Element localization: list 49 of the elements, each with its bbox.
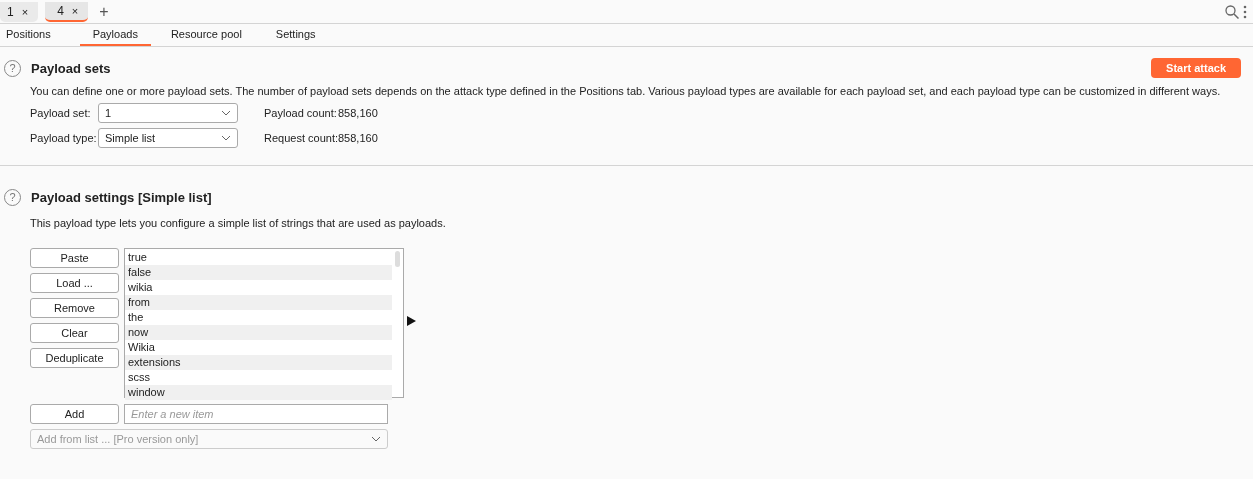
list-item[interactable]: wikia xyxy=(125,280,392,295)
request-tab[interactable]: 4 × xyxy=(45,1,89,22)
add-from-list-dropdown: Add from list ... [Pro version only] xyxy=(30,429,388,449)
field-label: Payload type: xyxy=(30,132,98,144)
payload-list[interactable]: true false wikia from the now Wikia extensions scss window xyxy=(124,248,404,398)
list-button[interactable]: Load ... xyxy=(30,273,119,293)
chevron-down-icon xyxy=(371,436,381,442)
chevron-down-icon xyxy=(221,135,231,141)
tab[interactable]: Settings xyxy=(275,24,332,46)
list-item[interactable]: extensions xyxy=(125,355,392,370)
dropdown[interactable]: 1 xyxy=(98,103,238,123)
description: You can define one or more payload sets. The number of payload sets depends on the attack type defined in the Positions tab. Various payload types are available for each payload set, and each payload type can be customized in different ways. xyxy=(30,85,1222,97)
stat-label: Payload count: xyxy=(264,107,338,119)
close-icon[interactable]: × xyxy=(21,5,29,18)
scrollbar-thumb[interactable] xyxy=(395,251,400,267)
list-item[interactable]: the xyxy=(125,310,392,325)
chevron-down-icon xyxy=(221,110,231,116)
field-label: Payload set: xyxy=(30,107,92,119)
list-item[interactable]: scss xyxy=(125,370,392,385)
tab[interactable]: Resource pool xyxy=(170,24,258,46)
triangle-right-icon[interactable] xyxy=(407,316,416,326)
list-item[interactable]: window xyxy=(125,385,392,400)
list-button[interactable]: Deduplicate xyxy=(30,348,119,368)
add-button[interactable]: Add xyxy=(30,404,119,424)
new-tab-button[interactable]: + xyxy=(99,2,109,21)
dropdown[interactable]: Simple list xyxy=(98,128,238,148)
list-button[interactable]: Remove xyxy=(30,298,119,318)
more-options-icon[interactable] xyxy=(1243,4,1247,19)
tab[interactable]: Positions xyxy=(6,24,67,46)
list-button[interactable]: Paste xyxy=(30,248,119,268)
close-icon[interactable]: × xyxy=(71,4,79,17)
description: This payload type lets you configure a simple list of strings that are used as payloads. xyxy=(30,217,447,229)
stat-value: 858,160 xyxy=(338,132,378,144)
list-item[interactable]: now xyxy=(125,325,392,340)
search-icon[interactable] xyxy=(1225,4,1239,19)
new-item-field[interactable]: Enter a new item xyxy=(124,404,388,424)
list-item[interactable]: Wikia xyxy=(125,340,392,355)
section-title: Payload settings [Simple list] xyxy=(31,189,213,205)
tab-label: 1 xyxy=(7,4,14,19)
section-title: Payload sets xyxy=(31,60,112,76)
list-item[interactable]: from xyxy=(125,295,392,310)
list-item[interactable]: true xyxy=(125,250,392,265)
tab-label: 4 xyxy=(57,3,64,18)
list-button[interactable]: Clear xyxy=(30,323,119,343)
stat-label: Request count: xyxy=(264,132,338,144)
stat-value: 858,160 xyxy=(338,107,378,119)
list-item[interactable]: false xyxy=(125,265,392,280)
tab[interactable]: Payloads xyxy=(79,24,151,46)
request-tab[interactable]: 1 × xyxy=(0,1,39,22)
